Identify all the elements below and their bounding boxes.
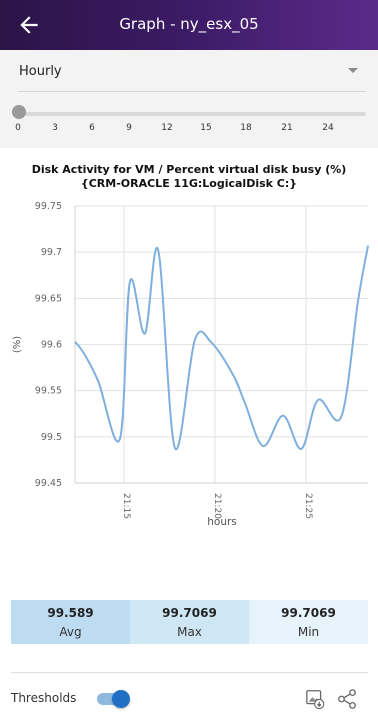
image-download-icon[interactable] <box>305 688 327 710</box>
stat-value: 99.7069 <box>281 606 336 620</box>
stat-min: 99.7069 Min <box>249 600 368 644</box>
y-tick-label: 99.75 <box>35 201 62 212</box>
stat-label: Max <box>177 625 202 639</box>
slider-tick-label: 24 <box>322 123 334 133</box>
stat-value: 99.7069 <box>162 606 217 620</box>
slider-tick-label: 21 <box>281 123 293 133</box>
stat-avg: 99.589 Avg <box>11 600 130 644</box>
x-tick-label: 21:15 <box>121 493 131 519</box>
share-icon[interactable] <box>336 688 358 710</box>
slider-tick-label: 18 <box>240 123 252 133</box>
y-tick-label: 99.5 <box>41 432 62 443</box>
stats-row: 99.589 Avg 99.7069 Max 99.7069 Min <box>11 600 368 644</box>
interval-select[interactable]: Hourly <box>18 63 366 92</box>
slider-tick-label: 0 <box>15 123 21 133</box>
y-tick-label: 99.6 <box>41 340 62 351</box>
app-bar: Graph - ny_esx_05 <box>0 0 378 50</box>
y-tick-label: 99.45 <box>35 478 62 489</box>
stat-max: 99.7069 Max <box>130 600 249 644</box>
y-tick-label: 99.65 <box>35 293 62 304</box>
disk-activity-chart: 99.75 99.7 99.65 99.6 99.55 99.5 99.45 21:15 21:… <box>12 201 369 528</box>
interval-value: Hourly <box>19 64 62 79</box>
page-title: Graph - ny_esx_05 <box>119 15 259 33</box>
slider-tick-label: 6 <box>89 123 95 133</box>
caret-down-icon <box>348 68 358 73</box>
y-tick-label: 99.55 <box>35 386 62 397</box>
series-line <box>74 245 369 451</box>
slider-tick-label: 3 <box>52 123 58 133</box>
hour-slider-thumb[interactable] <box>12 105 26 119</box>
stat-label: Min <box>297 625 320 639</box>
thresholds-label: Thresholds <box>11 691 77 705</box>
filter-panel: Hourly 0 3 6 9 12 15 18 21 24 <box>0 50 378 148</box>
hour-slider-track[interactable] <box>18 112 366 116</box>
x-axis-label: hours <box>207 516 237 528</box>
toggle-knob <box>112 690 130 708</box>
slider-tick-label: 12 <box>161 123 173 133</box>
y-tick-label: 99.7 <box>41 247 62 258</box>
y-axis-label: (%) <box>12 336 23 353</box>
slider-tick-label: 15 <box>200 123 212 133</box>
stat-label: Avg <box>59 625 82 639</box>
chart-title: Disk Activity for VM / Percent virtual d… <box>31 163 347 190</box>
x-tick-label: 21:25 <box>303 493 313 519</box>
stat-value: 99.589 <box>47 606 94 620</box>
thresholds-toggle[interactable] <box>97 690 131 708</box>
slider-tick-label: 9 <box>126 123 132 133</box>
divider <box>11 672 368 673</box>
